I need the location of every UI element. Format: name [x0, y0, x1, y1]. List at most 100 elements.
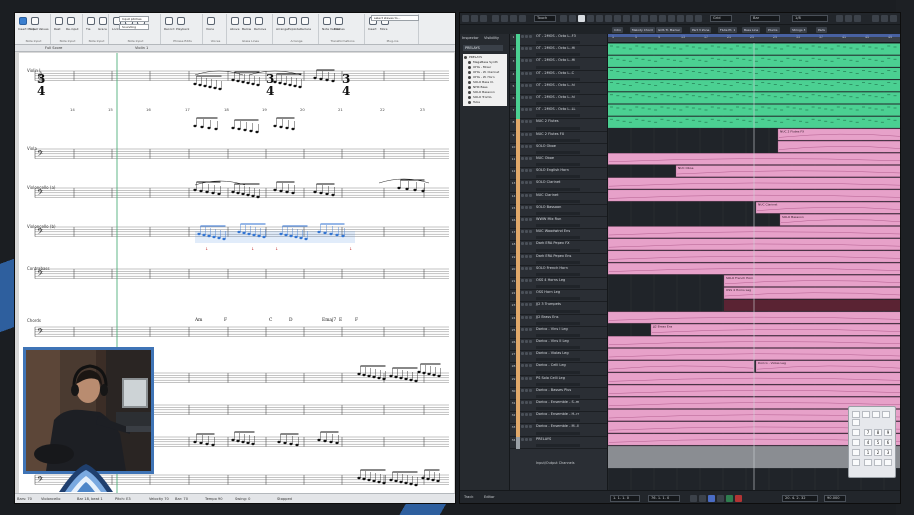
track-name[interactable]: OT - 2MOS - Octo L..hi	[536, 83, 575, 87]
marker-tab[interactable]: Strings 3	[790, 27, 808, 33]
ribbon-tool-icon[interactable]	[99, 17, 107, 25]
note-head[interactable]	[372, 375, 376, 379]
track-state-icon[interactable]	[529, 303, 532, 307]
track-state-icon[interactable]	[525, 144, 528, 148]
track-state-icon[interactable]	[529, 181, 532, 185]
note-head[interactable]	[251, 82, 255, 86]
track-controls[interactable]	[536, 53, 580, 57]
track-row[interactable]: 15 SOLO Bassoon	[510, 204, 607, 217]
track-state-icon[interactable]	[521, 71, 524, 75]
midi-event[interactable]	[608, 336, 901, 348]
note-head[interactable]	[231, 190, 235, 194]
track-state-icon[interactable]	[525, 364, 528, 368]
note-head[interactable]	[426, 477, 430, 481]
ribbon-tool-icon[interactable]	[323, 17, 331, 25]
note-head[interactable]	[389, 374, 393, 378]
note-head[interactable]	[367, 478, 371, 482]
track-state-icon[interactable]	[525, 352, 528, 356]
note-head[interactable]	[367, 374, 371, 378]
track-state-icon[interactable]	[529, 83, 532, 87]
tool-button[interactable]	[569, 15, 576, 22]
track-controls[interactable]	[536, 224, 580, 228]
selection-highlight[interactable]	[195, 231, 355, 243]
track-state-icon[interactable]	[529, 376, 532, 380]
track-name[interactable]: Dorico - Ensemble - M..ll	[536, 424, 579, 428]
track-controls[interactable]	[536, 346, 580, 350]
note-head[interactable]	[397, 186, 401, 190]
track-state-icon[interactable]	[529, 132, 532, 136]
track-state-icon[interactable]	[521, 388, 524, 392]
keypad-function-key[interactable]	[852, 411, 860, 418]
note-head[interactable]	[394, 375, 398, 379]
inspector-tree-item[interactable]: Tuba	[468, 100, 480, 105]
track-controls[interactable]	[536, 65, 580, 69]
note-head[interactable]	[291, 191, 295, 195]
tool-button[interactable]	[668, 15, 675, 22]
track-state-icon[interactable]	[529, 96, 532, 99]
note-head[interactable]	[399, 480, 403, 484]
track-state-icon[interactable]	[525, 340, 528, 343]
track-row[interactable]: 10 SOLO Oboe	[510, 143, 607, 156]
track-state-icon[interactable]	[521, 291, 524, 295]
note-head[interactable]	[362, 373, 366, 377]
rewind-button[interactable]	[690, 495, 697, 502]
track-controls[interactable]	[536, 419, 580, 423]
track-controls[interactable]	[536, 358, 580, 362]
note-head[interactable]	[241, 192, 245, 196]
note-head[interactable]	[335, 441, 339, 445]
ribbon-tool-icon[interactable]	[255, 17, 263, 25]
track-state-icon[interactable]	[521, 352, 524, 356]
forward-button[interactable]	[699, 495, 706, 502]
track-controls[interactable]	[536, 285, 580, 289]
note-head[interactable]	[377, 376, 381, 380]
midi-event[interactable]	[608, 177, 901, 190]
note-head[interactable]	[331, 79, 335, 83]
note-head[interactable]	[251, 194, 255, 198]
keypad-function-key[interactable]	[872, 411, 880, 418]
track-name[interactable]: Dorico - Celli Leg	[536, 363, 566, 367]
note-head[interactable]	[246, 81, 250, 85]
track-name[interactable]: OT - 2MOS - Octo L..F3	[536, 34, 576, 38]
track-controls[interactable]	[536, 309, 580, 313]
track-controls[interactable]	[536, 199, 580, 203]
track-name[interactable]: OT - 2MOS - Octo L..hi	[536, 95, 575, 99]
note-head[interactable]	[246, 441, 250, 445]
marker-tab[interactable]: GOS Tr. Marker	[656, 27, 683, 33]
quantize-length-select[interactable]: 1/8	[792, 15, 828, 22]
note-head[interactable]	[273, 124, 277, 128]
note-head[interactable]	[251, 442, 255, 446]
track-controls[interactable]	[536, 407, 580, 411]
toolbar-button[interactable]	[836, 15, 843, 22]
note-head[interactable]	[421, 189, 425, 193]
track-state-icon[interactable]	[525, 254, 528, 258]
track-row[interactable]: 16 WWW Mix Run	[510, 217, 607, 230]
track-state-icon[interactable]	[525, 413, 528, 417]
note-head[interactable]	[241, 440, 245, 444]
track-state-icon[interactable]	[521, 193, 524, 197]
right-locator[interactable]: 76. 1. 1. 0	[648, 495, 680, 502]
note-head[interactable]	[203, 84, 207, 88]
note-head[interactable]	[193, 124, 197, 128]
track-state-icon[interactable]	[525, 169, 528, 173]
note-head[interactable]	[218, 87, 222, 91]
track-state-icon[interactable]	[529, 388, 532, 392]
note-head[interactable]	[246, 193, 250, 197]
note-head[interactable]	[211, 191, 215, 195]
toolbar-button[interactable]	[501, 15, 508, 22]
keypad-function-key[interactable]	[852, 459, 860, 466]
note-head[interactable]	[243, 128, 247, 132]
sounding-field[interactable]: Sounding	[119, 24, 149, 30]
note-head[interactable]	[256, 195, 260, 199]
note-head[interactable]	[288, 83, 292, 87]
track-state-icon[interactable]	[525, 303, 528, 307]
track-state-icon[interactable]	[521, 230, 524, 234]
track-state-icon[interactable]	[525, 266, 528, 270]
note-head[interactable]	[295, 443, 299, 447]
track-name[interactable]: Dorico - Violas Leg	[536, 351, 569, 355]
cycle-range[interactable]	[608, 34, 900, 37]
track-row[interactable]: 21 OSS 4 Horns Leg	[510, 278, 607, 291]
note-head[interactable]	[399, 376, 403, 380]
note-head[interactable]	[413, 188, 417, 192]
keypad-key[interactable]: 7	[864, 429, 872, 436]
note-head[interactable]	[431, 478, 435, 482]
